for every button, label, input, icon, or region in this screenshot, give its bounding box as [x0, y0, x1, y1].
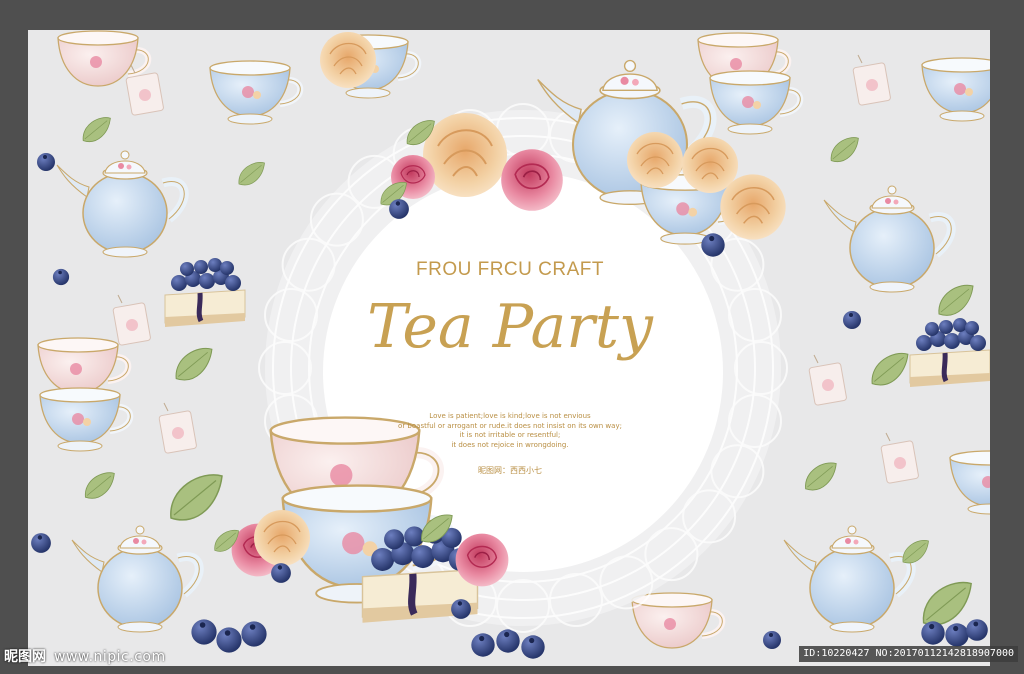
poster-artboard: FROU FRCU CRAFT Tea Party Love is patien… [28, 30, 990, 666]
brand-name: FROU FRCU CRAFT [416, 259, 604, 280]
peony-icon [253, 509, 311, 567]
blueberry-icon [451, 599, 471, 619]
blueberry-icon [271, 563, 291, 583]
love-quote: Love is patient;love is kind;love is not… [370, 412, 650, 450]
nipic-logo-text: 昵图网 [4, 649, 46, 665]
nipic-site-url: www.nipic.com [54, 649, 166, 665]
quote-line: Love is patient;love is kind;love is not… [429, 412, 591, 420]
poster-title: Tea Party [367, 292, 653, 362]
nipic-watermark: 昵图网 www.nipic.com [4, 648, 166, 666]
image-id-label: ID:10220427 NO:20170112142818907000 [799, 646, 1018, 662]
rose-icon [454, 532, 510, 588]
quote-line: it is not irritable or resentful; [459, 431, 561, 439]
peony-icon [719, 173, 787, 241]
peony-icon [626, 131, 684, 189]
blueberry-icon [701, 233, 725, 257]
rose-icon [500, 148, 564, 212]
quote-line: or boastful or arrogant or rude.it does … [398, 421, 622, 430]
designer-credit: 昵图网：西西小七 [478, 466, 542, 475]
quote-line: it does not rejoice in wrongdoing. [451, 440, 569, 449]
peony-icon [422, 112, 508, 198]
blueberry-icon [389, 199, 409, 219]
